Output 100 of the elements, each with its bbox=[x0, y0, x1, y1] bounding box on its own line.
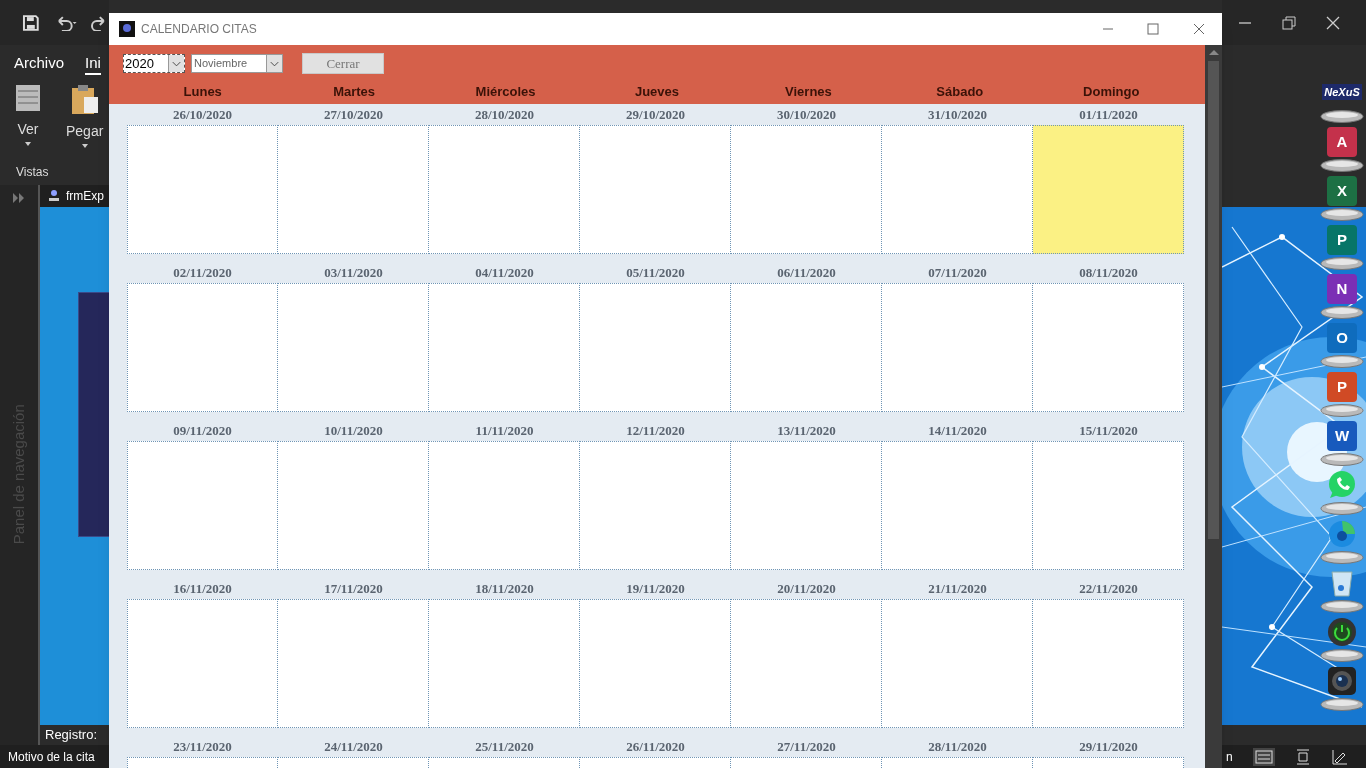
date-label: 09/11/2020 bbox=[173, 423, 232, 438]
pedestal-icon bbox=[1320, 404, 1364, 417]
day-cell[interactable] bbox=[731, 599, 882, 728]
day-cell[interactable] bbox=[278, 125, 429, 254]
date-label: 16/11/2020 bbox=[173, 581, 232, 596]
day-cell[interactable] bbox=[1033, 125, 1184, 254]
pedestal-icon bbox=[1320, 502, 1364, 515]
ribbon-button[interactable]: Ver bbox=[14, 83, 42, 165]
camera-icon bbox=[1327, 666, 1357, 696]
close-button[interactable]: Cerrar bbox=[302, 53, 384, 74]
ribbon-tab[interactable]: Archivo bbox=[14, 53, 65, 75]
maximize-icon[interactable] bbox=[1147, 23, 1159, 35]
dock-app-button[interactable]: P bbox=[1327, 225, 1357, 255]
design-view-icon[interactable] bbox=[1330, 748, 1349, 765]
dock-bin-button[interactable] bbox=[1329, 568, 1355, 598]
group-label: Vistas bbox=[15, 165, 50, 179]
pedestal-icon bbox=[1320, 208, 1364, 221]
date-label: 29/11/2020 bbox=[1079, 739, 1138, 754]
day-cell[interactable] bbox=[278, 599, 429, 728]
document-tab[interactable]: frmExp bbox=[40, 185, 109, 207]
dock-app-button[interactable]: A bbox=[1327, 127, 1357, 157]
month-combo[interactable]: Noviembre bbox=[191, 54, 283, 73]
form-view-icon[interactable] bbox=[1252, 747, 1275, 766]
day-cell[interactable] bbox=[127, 441, 278, 570]
dock-app-button[interactable]: W bbox=[1327, 421, 1357, 451]
day-cell[interactable] bbox=[580, 125, 731, 254]
date-label: 01/11/2020 bbox=[1079, 107, 1138, 122]
close-icon[interactable] bbox=[1193, 23, 1205, 35]
scroll-up-icon[interactable] bbox=[1208, 49, 1219, 55]
dock-app-button[interactable]: X bbox=[1327, 176, 1357, 206]
day-cell[interactable] bbox=[882, 599, 1033, 728]
weekday-header: Jueves bbox=[634, 84, 680, 100]
day-cell[interactable] bbox=[731, 125, 882, 254]
caret-icon bbox=[25, 142, 31, 146]
date-label: 08/11/2020 bbox=[1079, 265, 1138, 280]
date-label: 13/11/2020 bbox=[777, 423, 836, 438]
date-label: 28/11/2020 bbox=[928, 739, 987, 754]
clipboard-icon bbox=[69, 83, 100, 115]
date-label: 14/11/2020 bbox=[928, 423, 987, 438]
dock-browser-button[interactable] bbox=[1327, 519, 1357, 549]
day-cell[interactable] bbox=[127, 283, 278, 412]
pedestal-icon bbox=[1320, 551, 1364, 564]
form-icon bbox=[48, 189, 60, 203]
day-cell[interactable] bbox=[882, 283, 1033, 412]
dropdown-icon[interactable] bbox=[168, 55, 184, 72]
caret-icon bbox=[81, 144, 88, 148]
day-cell[interactable] bbox=[1033, 283, 1184, 412]
layout-view-icon[interactable] bbox=[1294, 748, 1311, 765]
day-cell[interactable] bbox=[278, 441, 429, 570]
date-label: 12/11/2020 bbox=[626, 423, 685, 438]
weekday-header: Miércoles bbox=[475, 84, 536, 100]
day-cell[interactable] bbox=[580, 283, 731, 412]
day-cell[interactable] bbox=[429, 441, 580, 570]
dock-app-button[interactable]: P bbox=[1327, 372, 1357, 402]
day-cell[interactable] bbox=[1033, 441, 1184, 570]
ribbon-button[interactable]: Pegar bbox=[66, 83, 104, 165]
dock-logo-button[interactable]: NeXuS bbox=[1322, 84, 1362, 100]
ribbon-tab[interactable]: Ini bbox=[85, 53, 101, 75]
date-label: 19/11/2020 bbox=[626, 581, 685, 596]
dock-app-button[interactable]: O bbox=[1327, 323, 1357, 353]
restore-icon[interactable] bbox=[1282, 15, 1296, 30]
weekday-header: Sábado bbox=[936, 84, 984, 100]
save-icon[interactable] bbox=[22, 13, 40, 32]
day-cell[interactable] bbox=[580, 599, 731, 728]
day-cell[interactable] bbox=[731, 283, 882, 412]
date-label: 18/11/2020 bbox=[475, 581, 534, 596]
day-cell[interactable] bbox=[580, 441, 731, 570]
date-label: 26/10/2020 bbox=[172, 107, 233, 122]
date-label: 05/11/2020 bbox=[626, 265, 685, 280]
date-label: 04/11/2020 bbox=[475, 265, 534, 280]
dock-camera-button[interactable] bbox=[1327, 666, 1357, 696]
day-cell[interactable] bbox=[1033, 599, 1184, 728]
day-cell[interactable] bbox=[882, 125, 1033, 254]
date-label: 26/11/2020 bbox=[626, 739, 685, 754]
day-cell[interactable] bbox=[429, 125, 580, 254]
date-label: 27/10/2020 bbox=[323, 107, 384, 122]
date-label: 30/10/2020 bbox=[776, 107, 837, 122]
dock-chat-button[interactable] bbox=[1327, 470, 1357, 500]
date-label: 11/11/2020 bbox=[475, 423, 534, 438]
day-cell[interactable] bbox=[278, 283, 429, 412]
day-cell[interactable] bbox=[882, 441, 1033, 570]
day-cell[interactable] bbox=[127, 599, 278, 728]
record-navigation-label: Registro: bbox=[45, 726, 98, 745]
window-title: CALENDARIO CITAS bbox=[141, 21, 257, 38]
scrollbar[interactable] bbox=[1205, 45, 1222, 768]
date-label: 27/11/2020 bbox=[777, 739, 836, 754]
date-label: 28/10/2020 bbox=[474, 107, 535, 122]
day-cell[interactable] bbox=[731, 441, 882, 570]
expand-icon[interactable] bbox=[13, 193, 25, 203]
app-icon bbox=[119, 21, 135, 37]
pedestal-icon bbox=[1320, 649, 1364, 662]
dock-power-button[interactable] bbox=[1327, 617, 1357, 647]
pedestal-icon bbox=[1320, 600, 1364, 613]
dropdown-icon[interactable] bbox=[266, 55, 282, 72]
scrollbar-thumb[interactable] bbox=[1208, 61, 1219, 539]
dock-app-button[interactable]: N bbox=[1327, 274, 1357, 304]
day-cell[interactable] bbox=[429, 283, 580, 412]
day-cell[interactable] bbox=[127, 125, 278, 254]
day-cell[interactable] bbox=[429, 599, 580, 728]
year-combo[interactable]: 2020 bbox=[123, 54, 185, 73]
